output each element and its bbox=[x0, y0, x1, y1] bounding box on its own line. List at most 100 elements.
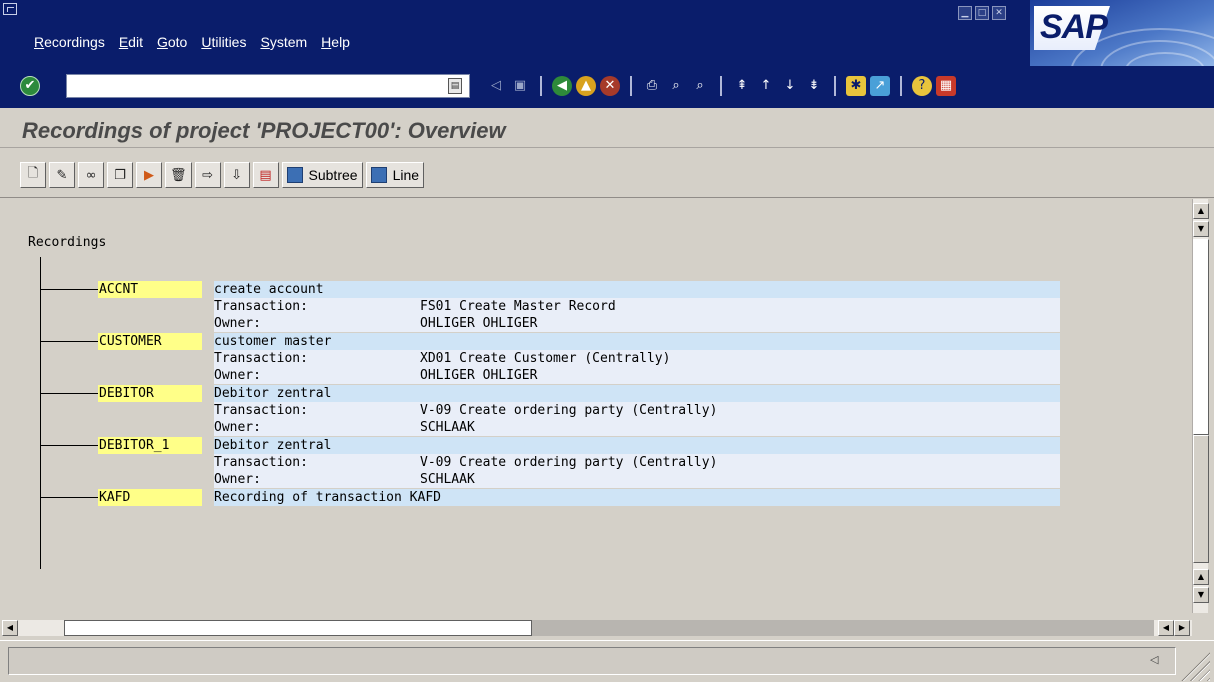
command-history-icon[interactable]: ▤ bbox=[448, 78, 462, 94]
transaction-value: V-09 Create ordering party (Centrally) bbox=[420, 403, 718, 418]
execute-button[interactable]: ▶ bbox=[136, 162, 162, 188]
close-icon[interactable]: ✕ bbox=[992, 6, 1006, 20]
node-description: create account bbox=[214, 282, 324, 297]
horizontal-scrollbar[interactable] bbox=[18, 620, 1192, 636]
line-label: Line bbox=[392, 167, 420, 183]
system-menu-icon[interactable] bbox=[3, 3, 17, 15]
owner-value: SCHLAAK bbox=[420, 472, 475, 487]
status-expand-icon[interactable]: ◁ bbox=[1150, 653, 1158, 666]
menu-system[interactable]: System bbox=[260, 34, 307, 50]
new-document-icon: 🗋 bbox=[27, 166, 39, 181]
scroll-track[interactable] bbox=[1193, 239, 1209, 435]
vertical-scrollbar[interactable]: ▲ ▼ ▲ ▼ bbox=[1192, 199, 1209, 613]
find-icon[interactable]: ⌕ bbox=[666, 76, 686, 96]
node-description: Recording of transaction KAFD bbox=[214, 490, 441, 505]
table-row[interactable]: Recording of transaction KAFD bbox=[214, 489, 1060, 506]
node-description: customer master bbox=[214, 334, 332, 349]
enter-check-icon[interactable]: ✔ bbox=[20, 76, 40, 96]
node-name[interactable]: CUSTOMER bbox=[98, 333, 202, 350]
table-row[interactable]: Debitor zentral bbox=[214, 385, 1060, 402]
node-description: Debitor zentral bbox=[214, 386, 332, 401]
pencil-icon: ✎ bbox=[56, 167, 68, 183]
scroll-left-icon[interactable]: ◀ bbox=[2, 620, 18, 636]
scroll-left-icon[interactable]: ◀ bbox=[1158, 620, 1174, 636]
cancel-icon[interactable]: ✕ bbox=[600, 76, 620, 96]
layout-menu-icon[interactable]: ▦ bbox=[936, 76, 956, 96]
expand-line-icon bbox=[370, 167, 387, 183]
previous-page-icon[interactable]: ↑ bbox=[756, 76, 776, 96]
table-row: Transaction: FS01 Create Master Record bbox=[214, 298, 1060, 315]
standard-toolbar: ✔ ▤ ◁ ▣ ◀ ▲ ✕ ⎙ ⌕ ⌕ ⇞ ↑ ↓ ⇟ ✱ ↗ ? ▦ bbox=[0, 66, 1214, 108]
owner-value: SCHLAAK bbox=[420, 420, 475, 435]
save-icon[interactable]: ▣ bbox=[510, 76, 530, 96]
table-row: Transaction: V-09 Create ordering party … bbox=[214, 402, 1060, 419]
resize-grip-icon[interactable] bbox=[1180, 651, 1210, 681]
table-row: Owner: OHLIGER OHLIGER bbox=[214, 315, 1060, 332]
command-field[interactable] bbox=[66, 74, 470, 98]
select-icon: ▤ bbox=[259, 167, 272, 183]
shortcut-icon[interactable]: ↗ bbox=[870, 76, 890, 96]
menu-recordings[interactable]: Recordings bbox=[34, 34, 105, 50]
table-row[interactable]: create account bbox=[214, 281, 1060, 298]
change-button[interactable]: ✎ bbox=[49, 162, 75, 188]
back-icon[interactable]: ◀ bbox=[552, 76, 572, 96]
node-name[interactable]: KAFD bbox=[98, 489, 202, 506]
export-button[interactable]: ⇨ bbox=[194, 162, 221, 188]
node-description: Debitor zentral bbox=[214, 438, 332, 453]
last-page-icon[interactable]: ⇟ bbox=[804, 76, 824, 96]
node-name[interactable]: DEBITOR bbox=[98, 385, 202, 402]
page-title: Recordings of project 'PROJECT00': Overv… bbox=[22, 118, 506, 143]
scroll-up-icon[interactable]: ▲ bbox=[1193, 569, 1209, 585]
scroll-down-icon[interactable]: ▼ bbox=[1193, 587, 1209, 603]
screen-title-bar: Recordings of project 'PROJECT00': Overv… bbox=[0, 108, 1214, 148]
print-icon[interactable]: ⎙ bbox=[642, 76, 662, 96]
exit-icon[interactable]: ▲ bbox=[576, 76, 596, 96]
node-name[interactable]: ACCNT bbox=[98, 281, 202, 298]
minimize-icon[interactable]: ▁ bbox=[958, 6, 972, 20]
owner-value: OHLIGER OHLIGER bbox=[420, 368, 538, 383]
status-bar: ◁ bbox=[0, 640, 1214, 682]
menu-goto[interactable]: Goto bbox=[157, 34, 187, 50]
horizontal-scroll-track[interactable] bbox=[532, 620, 1154, 636]
first-page-icon[interactable]: ⇞ bbox=[732, 76, 752, 96]
scroll-up-icon[interactable]: ▲ bbox=[1193, 203, 1209, 219]
import-button[interactable]: ⇩ bbox=[223, 162, 250, 188]
display-button[interactable]: ∞ bbox=[78, 162, 104, 188]
tree-root[interactable]: Recordings bbox=[28, 235, 106, 250]
table-row: Owner: OHLIGER OHLIGER bbox=[214, 367, 1060, 384]
owner-value: OHLIGER OHLIGER bbox=[420, 316, 538, 331]
table-row[interactable]: Debitor zentral bbox=[214, 437, 1060, 454]
scroll-down-icon[interactable]: ▼ bbox=[1193, 221, 1209, 237]
table-row: Transaction: V-09 Create ordering party … bbox=[214, 454, 1060, 471]
help-icon[interactable]: ? bbox=[912, 76, 932, 96]
copy-button[interactable]: ❐ bbox=[107, 162, 133, 188]
delete-button[interactable]: 🗑 bbox=[165, 162, 192, 188]
menu-utilities[interactable]: Utilities bbox=[201, 34, 246, 50]
transaction-value: FS01 Create Master Record bbox=[420, 299, 616, 314]
standard-icons: ◁ ▣ ◀ ▲ ✕ ⎙ ⌕ ⌕ ⇞ ↑ ↓ ⇟ ✱ ↗ ? ▦ bbox=[486, 76, 956, 96]
menu-edit[interactable]: Edit bbox=[119, 34, 143, 50]
node-name[interactable]: DEBITOR_1 bbox=[98, 437, 202, 454]
subtree-label: Subtree bbox=[308, 167, 358, 183]
transaction-value: V-09 Create ordering party (Centrally) bbox=[420, 455, 718, 470]
work-area: Recordings ACCNT create account Transact… bbox=[0, 199, 1214, 613]
expand-subtree-button[interactable]: Subtree bbox=[281, 162, 363, 188]
expand-line-button[interactable]: Line bbox=[365, 162, 425, 188]
next-page-icon[interactable]: ↓ bbox=[780, 76, 800, 96]
scroll-thumb[interactable] bbox=[1193, 435, 1209, 563]
menu-help[interactable]: Help bbox=[321, 34, 350, 50]
select-button[interactable]: ▤ bbox=[252, 162, 279, 188]
table-row: Owner: SCHLAAK bbox=[214, 471, 1060, 488]
back-arrow-icon[interactable]: ◁ bbox=[486, 76, 506, 96]
copy-icon: ❐ bbox=[114, 167, 126, 183]
table-row[interactable]: customer master bbox=[214, 333, 1060, 350]
table-row: Owner: SCHLAAK bbox=[214, 419, 1060, 436]
create-session-icon[interactable]: ✱ bbox=[846, 76, 866, 96]
sap-logo-text: SAP bbox=[1040, 8, 1108, 46]
find-next-icon[interactable]: ⌕ bbox=[690, 76, 710, 96]
transaction-value: XD01 Create Customer (Centrally) bbox=[420, 351, 671, 366]
maximize-icon[interactable]: □ bbox=[975, 6, 989, 20]
scroll-right-icon[interactable]: ▶ bbox=[1174, 620, 1190, 636]
create-button[interactable]: 🗋 bbox=[20, 162, 46, 188]
horizontal-scroll-thumb[interactable] bbox=[64, 620, 532, 636]
